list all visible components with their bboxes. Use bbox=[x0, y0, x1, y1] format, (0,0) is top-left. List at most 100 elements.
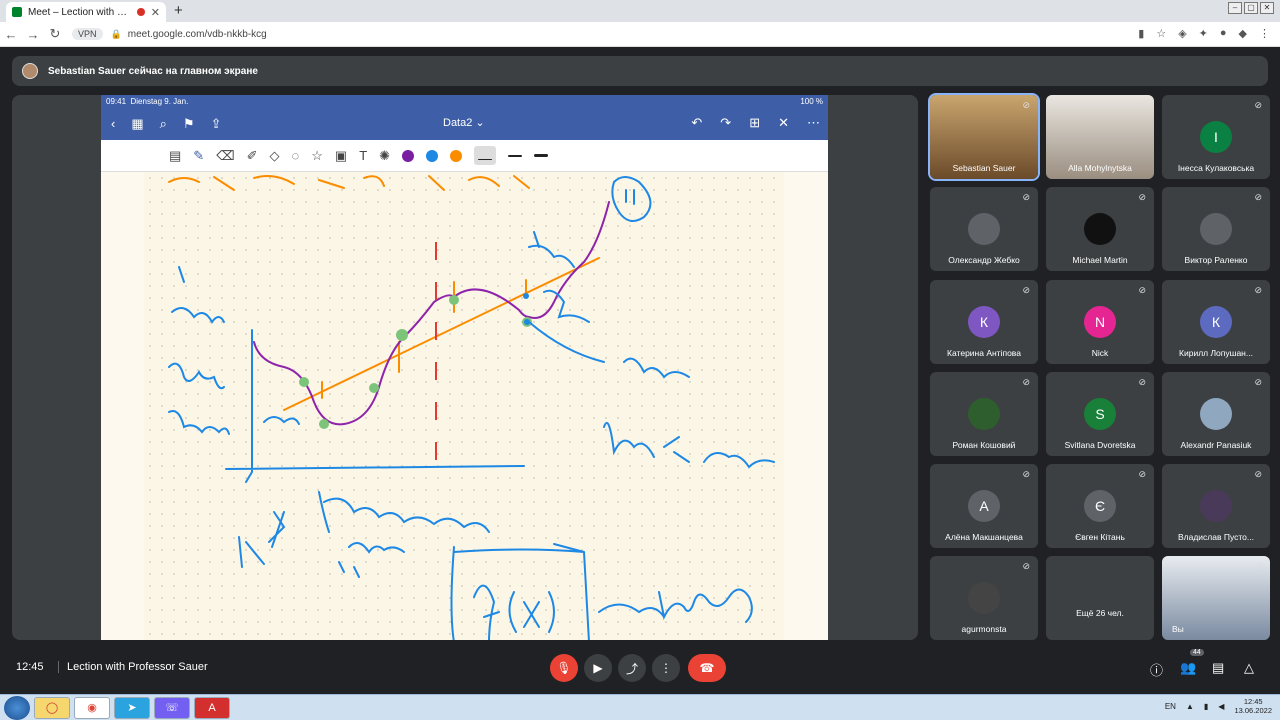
mic-muted-icon: ⊘ bbox=[1138, 192, 1146, 202]
participant-tile[interactable]: ⊘ Michael Martin bbox=[1046, 187, 1154, 271]
camera-button[interactable]: ▶ bbox=[584, 654, 612, 682]
color-orange[interactable] bbox=[450, 149, 463, 162]
more-icon[interactable]: ⋯ bbox=[807, 115, 820, 131]
browser-tab[interactable]: Meet – Lection with Professor Sauer ✕ bbox=[6, 2, 166, 22]
redo-icon[interactable]: ↷ bbox=[720, 115, 731, 131]
participant-tile[interactable]: ⊘ Олександр Жебко bbox=[930, 187, 1038, 271]
clock-date: 13.06.2022 bbox=[1234, 706, 1272, 715]
new-tab-button[interactable]: + bbox=[174, 2, 183, 19]
participant-tile[interactable]: ⊘ Владислав Пусто... bbox=[1162, 464, 1270, 548]
eraser-icon[interactable]: ⌫ bbox=[216, 148, 234, 164]
menu-dots-icon[interactable]: ⋮ bbox=[1259, 27, 1270, 40]
laser-icon[interactable]: ✺ bbox=[379, 148, 390, 164]
meet-bottom-bar: 12:45 Lection with Professor Sauer 🎙 ▶ ⤴… bbox=[0, 648, 1280, 688]
participant-tile[interactable]: ⊘ Роман Кошовий bbox=[930, 372, 1038, 456]
shapes-icon[interactable]: ◇ bbox=[270, 148, 280, 164]
volume-icon[interactable]: ◀ bbox=[1218, 702, 1224, 711]
minimize-button[interactable]: – bbox=[1228, 2, 1242, 14]
color-purple[interactable] bbox=[402, 149, 415, 162]
add-page-icon[interactable]: ⊞ bbox=[749, 115, 760, 131]
participant-tile[interactable]: А ⊘ Алёна Макшанцева bbox=[930, 464, 1038, 548]
vpn-badge[interactable]: VPN bbox=[72, 28, 103, 40]
tab-close-icon[interactable]: ✕ bbox=[151, 6, 160, 19]
avatar bbox=[1200, 213, 1232, 245]
extensions-icon[interactable]: ✦ bbox=[1199, 27, 1208, 40]
participant-name: Michael Martin bbox=[1072, 255, 1128, 265]
tray-arrow-icon[interactable]: ▲ bbox=[1186, 702, 1194, 711]
system-clock[interactable]: 12:45 13.06.2022 bbox=[1234, 697, 1272, 715]
participant-tile[interactable]: К ⊘ Кирилл Лопушан... bbox=[1162, 280, 1270, 364]
search-icon[interactable]: ⌕ bbox=[160, 116, 167, 132]
avatar bbox=[968, 398, 1000, 430]
mic-muted-icon: ⊘ bbox=[1138, 100, 1146, 110]
participant-tile[interactable]: ⊘ Sebastian Sauer bbox=[928, 93, 1040, 181]
taskbar-acrobat-icon[interactable]: A bbox=[194, 696, 230, 719]
reader-icon[interactable]: ▤ bbox=[169, 148, 181, 164]
language-indicator[interactable]: EN bbox=[1165, 702, 1176, 711]
taskbar-telegram-icon[interactable]: ➤ bbox=[114, 696, 150, 719]
highlighter-icon[interactable]: ✐ bbox=[247, 148, 258, 164]
taskbar-opera-icon[interactable]: ◯ bbox=[34, 696, 70, 719]
document-title[interactable]: Data2 ⌄ bbox=[443, 116, 485, 129]
meeting-time: 12:45 bbox=[16, 661, 44, 673]
taskbar-viber-icon[interactable]: ☏ bbox=[154, 696, 190, 719]
more-options-button[interactable]: ⋮ bbox=[652, 654, 680, 682]
participant-tile[interactable]: ⊘ agurmonsta bbox=[930, 556, 1038, 640]
grid-icon[interactable]: ▦ bbox=[131, 116, 143, 132]
participant-tile[interactable]: ⊘ Alla Mohylnytska bbox=[1046, 95, 1154, 179]
lock-icon[interactable]: 🔒 bbox=[111, 29, 122, 40]
participant-tile[interactable]: S ⊘ Svitlana Dvoretska bbox=[1046, 372, 1154, 456]
chat-icon[interactable]: ▤ bbox=[1212, 660, 1224, 676]
back-chevron-icon[interactable]: ‹ bbox=[111, 116, 115, 132]
stroke-thin[interactable] bbox=[474, 146, 497, 165]
participant-tile[interactable]: ⊘ Alexandr Panasiuk bbox=[1162, 372, 1270, 456]
bookmark-icon[interactable]: ⚑ bbox=[183, 116, 195, 132]
avatar bbox=[1084, 213, 1116, 245]
close-window-button[interactable]: ✕ bbox=[1260, 2, 1274, 14]
text-icon[interactable]: T bbox=[359, 148, 367, 163]
participant-tile[interactable]: N ⊘ Nick bbox=[1046, 280, 1154, 364]
participant-tile[interactable]: ⊘ Вы bbox=[1162, 556, 1270, 640]
start-button[interactable] bbox=[4, 695, 30, 720]
image-icon[interactable]: ▣ bbox=[335, 148, 347, 164]
bookmark-star-icon[interactable]: ☆ bbox=[1156, 27, 1166, 40]
shield-icon[interactable]: ◈ bbox=[1178, 27, 1186, 40]
kaspersky-icon[interactable]: ◆ bbox=[1239, 27, 1247, 40]
participant-tile[interactable]: І ⊘ Інесса Кулаковська bbox=[1162, 95, 1270, 179]
url-text[interactable]: meet.google.com/vdb-nkkb-kcg bbox=[128, 29, 267, 40]
maximize-button[interactable]: ▢ bbox=[1244, 2, 1258, 14]
sticker-icon[interactable]: ☆ bbox=[311, 148, 323, 164]
undo-icon[interactable]: ↶ bbox=[691, 115, 702, 131]
note-canvas[interactable] bbox=[144, 172, 784, 640]
profile-icon[interactable]: ● bbox=[1220, 27, 1227, 40]
mic-off-button[interactable]: 🎙 bbox=[550, 654, 578, 682]
pen-icon[interactable]: ✎ bbox=[193, 148, 204, 164]
reload-icon[interactable]: ↻ bbox=[44, 26, 66, 42]
close-icon[interactable]: ✕ bbox=[778, 115, 789, 131]
forward-icon[interactable]: → bbox=[22, 27, 44, 42]
participant-name: Катерина Антіпова bbox=[947, 348, 1021, 358]
people-icon[interactable]: 👥 bbox=[1180, 660, 1196, 676]
lasso-icon[interactable]: ◌ bbox=[292, 148, 300, 163]
camera-icon[interactable]: ▮ bbox=[1138, 27, 1144, 40]
stroke-medium[interactable] bbox=[508, 154, 523, 157]
share-icon[interactable]: ⇪ bbox=[211, 116, 222, 132]
mic-muted-icon: ⊘ bbox=[1022, 192, 1030, 202]
participant-tile[interactable]: Є ⊘ Євген Кітань bbox=[1046, 464, 1154, 548]
participant-tile[interactable]: Ещё 26 чел. bbox=[1046, 556, 1154, 640]
info-icon[interactable]: ⓘ bbox=[1150, 660, 1163, 679]
mic-muted-icon: ⊘ bbox=[1022, 285, 1030, 295]
taskbar-chrome-icon[interactable]: ◉ bbox=[74, 696, 110, 719]
participant-tile[interactable]: К ⊘ Катерина Антіпова bbox=[930, 280, 1038, 364]
present-button[interactable]: ⤴ bbox=[618, 654, 646, 682]
hang-up-button[interactable]: ☎ bbox=[688, 654, 726, 682]
back-icon[interactable]: ← bbox=[0, 27, 22, 42]
activities-icon[interactable]: △ bbox=[1244, 660, 1254, 676]
network-icon[interactable]: ▮ bbox=[1204, 702, 1208, 711]
avatar bbox=[968, 582, 1000, 614]
participant-name: Олександр Жебко bbox=[948, 255, 1020, 265]
mic-muted-icon: ⊘ bbox=[1254, 192, 1262, 202]
participant-tile[interactable]: ⊘ Виктор Раленко bbox=[1162, 187, 1270, 271]
color-blue[interactable] bbox=[426, 149, 439, 162]
stroke-thick[interactable] bbox=[534, 154, 549, 157]
